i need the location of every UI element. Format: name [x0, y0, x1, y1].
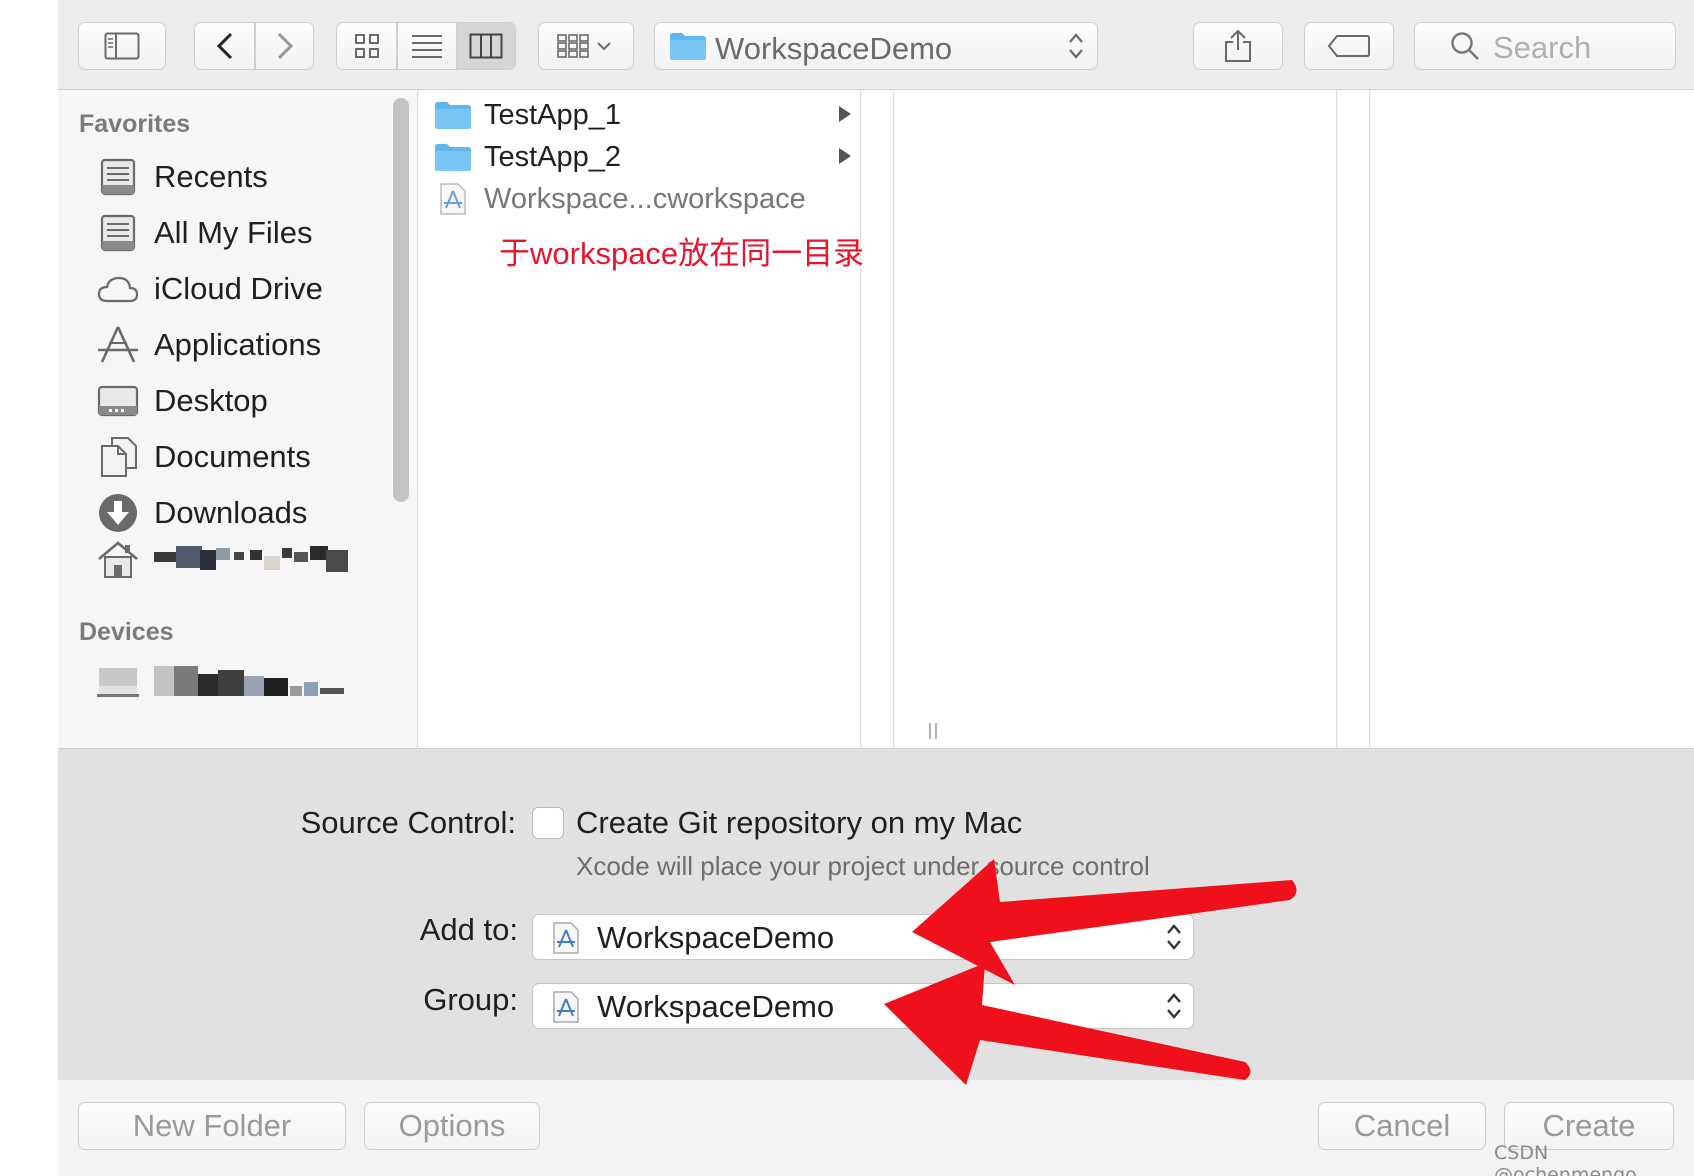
- options-panel: Source Control: Create Git repository on…: [58, 748, 1694, 1080]
- git-subtitle: Xcode will place your project under sour…: [576, 851, 1150, 881]
- updown-chevron-icon: [1069, 33, 1083, 59]
- laptop-icon: [97, 668, 139, 697]
- recents-icon: [100, 158, 136, 196]
- sidebar-item-home[interactable]: [96, 534, 406, 584]
- tag-icon: [1327, 35, 1370, 57]
- sidebar-item-documents[interactable]: Documents: [96, 432, 406, 482]
- tag-button[interactable]: [1304, 22, 1394, 70]
- add-to-value: WorkspaceDemo: [597, 920, 835, 955]
- sidebar-item-recents[interactable]: Recents: [96, 152, 406, 202]
- file-row-label: Workspace...cworkspace: [484, 182, 806, 215]
- search-icon: [1451, 32, 1479, 60]
- disclosure-arrow-icon: [839, 148, 851, 164]
- browser-column-divider: [862, 90, 894, 748]
- browser-column-2: [895, 90, 1337, 748]
- create-git-checkbox[interactable]: [532, 807, 564, 839]
- file-row-label: TestApp_1: [484, 98, 622, 131]
- home-icon: [98, 541, 138, 578]
- sidebar-item-label: iCloud Drive: [154, 271, 323, 306]
- watermark: CSDN @ochenmengo: [1494, 1142, 1637, 1176]
- sidebar: Favorites Recents All My Files iCloud Dr…: [58, 90, 418, 748]
- xcode-workspace-icon: [553, 991, 579, 1023]
- file-row-label: TestApp_2: [484, 140, 622, 173]
- column-resize-handle-icon[interactable]: [927, 722, 939, 740]
- sidebar-toggle-button[interactable]: [78, 22, 166, 70]
- favorites-heading: Favorites: [79, 110, 191, 138]
- sidebar-item-applications[interactable]: Applications: [96, 320, 406, 370]
- source-control-label: Source Control:: [300, 805, 516, 840]
- add-to-label: Add to:: [419, 912, 518, 947]
- cloud-icon: [97, 276, 139, 303]
- search-placeholder: Search: [1493, 30, 1592, 65]
- file-row-testapp-2[interactable]: TestApp_2: [419, 136, 861, 178]
- cancel-button[interactable]: Cancel: [1318, 1102, 1486, 1150]
- disclosure-arrow-icon: [839, 106, 851, 122]
- sidebar-item-all-my-files[interactable]: All My Files: [96, 208, 406, 258]
- path-popup[interactable]: WorkspaceDemo: [654, 22, 1098, 70]
- sidebar-item-label: Desktop: [154, 383, 268, 418]
- icon-view-button[interactable]: [337, 23, 397, 69]
- red-annotation-text: 于workspace放在同一目录下: [499, 236, 896, 271]
- sidebar-scrollbar[interactable]: [393, 98, 409, 502]
- updown-chevron-icon: [1167, 924, 1181, 950]
- browser-column-1: TestApp_1 TestApp_2 Workspace...cworkspa…: [419, 90, 895, 748]
- share-button[interactable]: [1193, 22, 1283, 70]
- save-dialog: WorkspaceDemo Search Favorites Recents A…: [58, 0, 1694, 1176]
- create-git-label: Create Git repository on my Mac: [576, 805, 1023, 840]
- grid-view-icon: [355, 34, 379, 58]
- devices-heading: Devices: [79, 618, 174, 646]
- all-files-icon: [100, 214, 136, 252]
- forward-button[interactable]: [255, 23, 315, 69]
- desktop-icon: [97, 385, 139, 417]
- list-view-button[interactable]: [397, 23, 457, 69]
- group-popup[interactable]: WorkspaceDemo: [532, 983, 1194, 1029]
- downloads-icon: [99, 494, 137, 532]
- sidebar-item-label: All My Files: [154, 215, 313, 250]
- view-mode-segmented: [336, 22, 516, 70]
- sidebar-item-icloud-drive[interactable]: iCloud Drive: [96, 264, 406, 314]
- folder-icon: [435, 144, 471, 171]
- share-icon: [1225, 29, 1251, 62]
- group-label: Group:: [423, 982, 518, 1017]
- sidebar-toggle-icon: [104, 32, 140, 60]
- file-row-workspace[interactable]: Workspace...cworkspace: [419, 178, 861, 220]
- path-label: WorkspaceDemo: [715, 31, 953, 66]
- updown-chevron-icon: [1167, 993, 1181, 1019]
- browser-column-divider: [1338, 90, 1370, 748]
- browser-column-3: [1371, 90, 1694, 748]
- folder-icon: [670, 33, 706, 60]
- list-view-icon: [412, 35, 442, 58]
- arrange-button[interactable]: [538, 22, 634, 70]
- sidebar-item-device[interactable]: [96, 656, 406, 706]
- column-view-button[interactable]: [457, 23, 515, 69]
- documents-icon: [101, 437, 137, 477]
- back-button[interactable]: [195, 23, 255, 69]
- sidebar-item-downloads[interactable]: Downloads: [96, 488, 406, 538]
- file-row-testapp-1[interactable]: TestApp_1: [419, 94, 861, 136]
- sidebar-item-label: Downloads: [154, 495, 308, 530]
- search-field[interactable]: Search: [1414, 22, 1676, 70]
- sidebar-item-label: Applications: [154, 327, 322, 362]
- column-view-icon: [469, 33, 503, 59]
- xcode-workspace-icon: [553, 922, 579, 954]
- xcode-workspace-icon: [440, 183, 466, 215]
- pixelated-username: [154, 544, 350, 574]
- arrange-icon: [557, 34, 611, 58]
- group-value: WorkspaceDemo: [597, 989, 835, 1024]
- applications-icon: [98, 326, 138, 363]
- sidebar-item-label: Documents: [154, 439, 311, 474]
- toolbar: WorkspaceDemo Search: [58, 0, 1694, 90]
- sidebar-item-desktop[interactable]: Desktop: [96, 376, 406, 426]
- new-folder-button[interactable]: New Folder: [78, 1102, 346, 1150]
- folder-icon: [435, 102, 471, 129]
- add-to-popup[interactable]: WorkspaceDemo: [532, 914, 1194, 960]
- back-chevron-icon: [216, 32, 233, 60]
- forward-chevron-icon: [277, 32, 294, 60]
- sidebar-item-label: Recents: [154, 159, 268, 194]
- nav-back-forward: [194, 22, 314, 70]
- bottom-bar: New Folder Options Cancel Create: [58, 1080, 1694, 1176]
- pixelated-device-name: [154, 664, 350, 698]
- options-button[interactable]: Options: [364, 1102, 540, 1150]
